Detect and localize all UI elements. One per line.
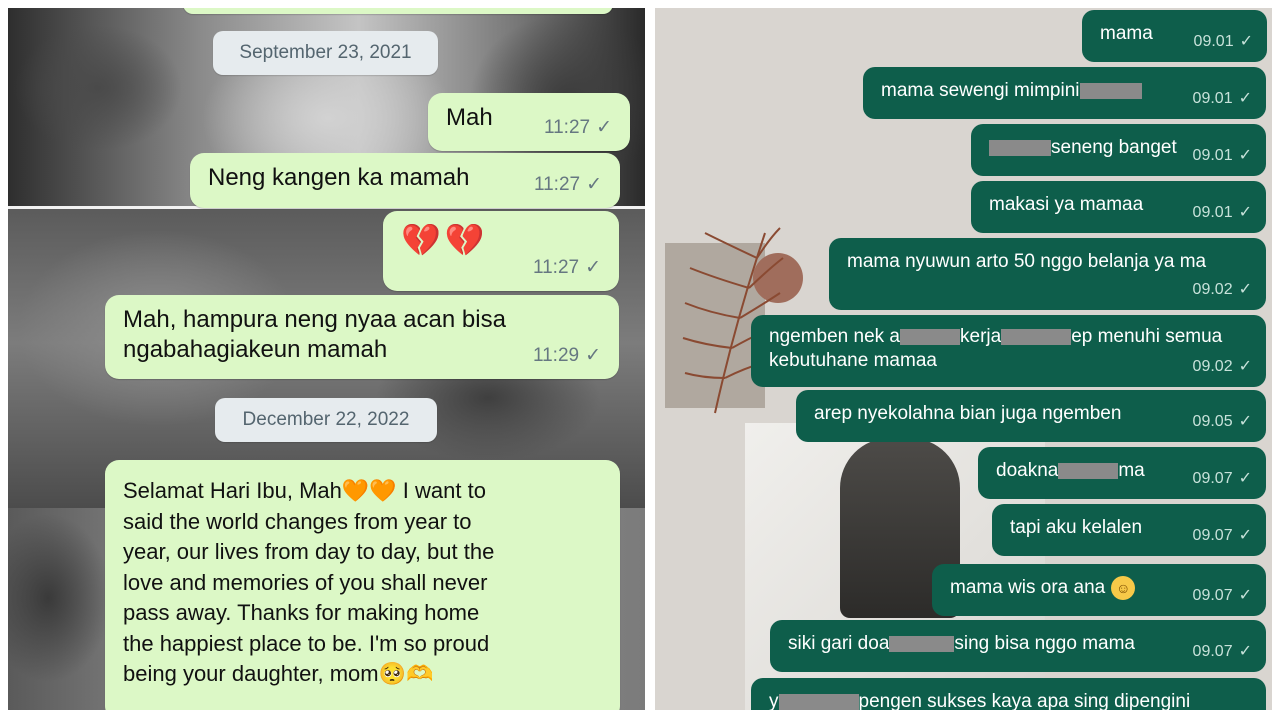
read-check-icon: ✓ [1238, 358, 1252, 375]
message-text-line: being your daughter, mom🥺🫶 [123, 661, 434, 686]
read-check-icon: ✓ [585, 257, 601, 278]
broken-heart-icon: 💔💔 [401, 222, 489, 258]
message-time: 09.07 [1192, 527, 1233, 544]
message-time: 09.07 [1192, 470, 1233, 487]
message-time: 11:27 [533, 174, 581, 195]
left-chat-screenshot: September 23, 2021 Mah 11:27 ✓ Neng kange… [8, 8, 645, 710]
date-separator: December 22, 2022 [215, 398, 437, 442]
message-bubble-partial[interactable] [183, 8, 613, 14]
message-bubble[interactable]: Mah, hampura neng nyaa acan bisa ngabaha… [105, 295, 619, 379]
message-time: 11:27 [543, 117, 591, 138]
message-time: 11:29 [532, 345, 580, 366]
message-text-line: ngemben nek a kerja ep menuhi semua [769, 326, 1223, 347]
message-time: 09.01 [1192, 204, 1233, 221]
message-bubble[interactable]: ngemben nek a kerja ep menuhi semua kebutu… [751, 315, 1266, 387]
message-text-line: Mah, hampura neng nyaa acan bisa [123, 306, 506, 333]
message-bubble[interactable]: makasi ya mamaa 09.01 ✓ [971, 181, 1266, 233]
message-bubble[interactable]: mama nyuwun arto 50 nggo belanja ya ma 0… [829, 238, 1266, 310]
message-time: 09.01 [1192, 147, 1233, 164]
read-check-icon: ✓ [1238, 527, 1252, 544]
message-text: siki gari doa sing bisa nggo mama [788, 633, 1135, 654]
date-separator: September 23, 2021 [213, 31, 438, 75]
message-bubble[interactable]: Mah 11:27 ✓ [428, 93, 630, 151]
redaction-block [1058, 462, 1119, 479]
redaction-block [989, 139, 1051, 156]
message-bubble[interactable]: Selamat Hari Ibu, Mah🧡🧡 I want to said t… [105, 460, 620, 710]
message-bubble[interactable]: mama 09.01 ✓ [1082, 10, 1267, 62]
message-bubble[interactable]: siki gari doa sing bisa nggo mama 09.07 ✓ [770, 620, 1266, 672]
redaction-block [889, 635, 955, 652]
message-bubble[interactable]: mama sewengi mimpini 09.01 ✓ [863, 67, 1266, 119]
message-time: 09.01 [1193, 33, 1234, 50]
read-check-icon: ✓ [1238, 147, 1252, 164]
message-bubble[interactable]: Neng kangen ka mamah 11:27 ✓ [190, 153, 620, 208]
right-chat-screenshot: mama 09.01 ✓ mama sewengi mimpini 09.01 ✓ … [655, 8, 1272, 710]
read-check-icon: ✓ [1238, 281, 1252, 298]
read-check-icon: ✓ [596, 117, 612, 138]
message-bubble[interactable]: doakna ma 09.07 ✓ [978, 447, 1266, 499]
message-text-line: said the world changes from year to [123, 508, 472, 534]
message-bubble[interactable]: mama wis ora ana ☺ 09.07 ✓ [932, 564, 1266, 616]
message-text-line: ngabahagiakeun mamah [123, 336, 388, 363]
redaction-block [778, 693, 859, 710]
message-text-line: Selamat Hari Ibu, Mah🧡🧡 I want to [123, 478, 486, 503]
message-text-line: kebutuhane mamaa [769, 350, 937, 371]
message-text-line: year, our lives from day to day, but the [123, 539, 495, 564]
read-check-icon: ✓ [1238, 643, 1252, 660]
message-text: mama nyuwun arto 50 nggo belanja ya ma [847, 251, 1207, 272]
message-text-line: love and memories of you shall never [123, 569, 488, 595]
message-bubble[interactable]: seneng banget 09.01 ✓ [971, 124, 1266, 176]
message-bubble[interactable]: arep nyekolahna bian juga ngemben 09.05 ✓ [796, 390, 1266, 442]
read-check-icon: ✓ [1238, 587, 1252, 604]
message-time: 09.07 [1192, 643, 1233, 660]
message-text-line: pass away. Thanks for making home [123, 600, 480, 625]
relieved-face-icon: ☺ [1111, 576, 1136, 600]
read-check-icon: ✓ [1238, 204, 1252, 221]
read-check-icon: ✓ [1239, 33, 1253, 50]
message-time: 09.05 [1192, 413, 1233, 430]
redaction-block [900, 328, 960, 345]
read-check-icon: ✓ [585, 345, 601, 366]
message-time: 09.02 [1192, 358, 1233, 375]
message-time: 09.01 [1192, 90, 1233, 107]
message-bubble-partial[interactable]: y pengen sukses kaya apa sing dipengini [751, 678, 1266, 710]
redaction-block [1001, 328, 1072, 345]
read-check-icon: ✓ [1238, 413, 1252, 430]
date-label: December 22, 2022 [242, 409, 410, 430]
redaction-block [1079, 82, 1142, 99]
read-check-icon: ✓ [586, 174, 602, 195]
message-time: 09.07 [1192, 587, 1233, 604]
message-bubble[interactable]: tapi aku kelalen 09.07 ✓ [992, 504, 1266, 556]
date-label: September 23, 2021 [239, 42, 412, 63]
message-time: 11:27 [532, 257, 580, 278]
message-bubble[interactable]: 💔💔 11:27 ✓ [383, 211, 619, 291]
message-text-line: the happiest place to be. I'm so proud [123, 630, 490, 656]
read-check-icon: ✓ [1238, 90, 1252, 107]
message-text: y pengen sukses kaya apa sing dipengini [769, 691, 1191, 710]
message-time: 09.02 [1192, 281, 1233, 298]
read-check-icon: ✓ [1238, 470, 1252, 487]
message-text: arep nyekolahna bian juga ngemben [814, 403, 1122, 424]
